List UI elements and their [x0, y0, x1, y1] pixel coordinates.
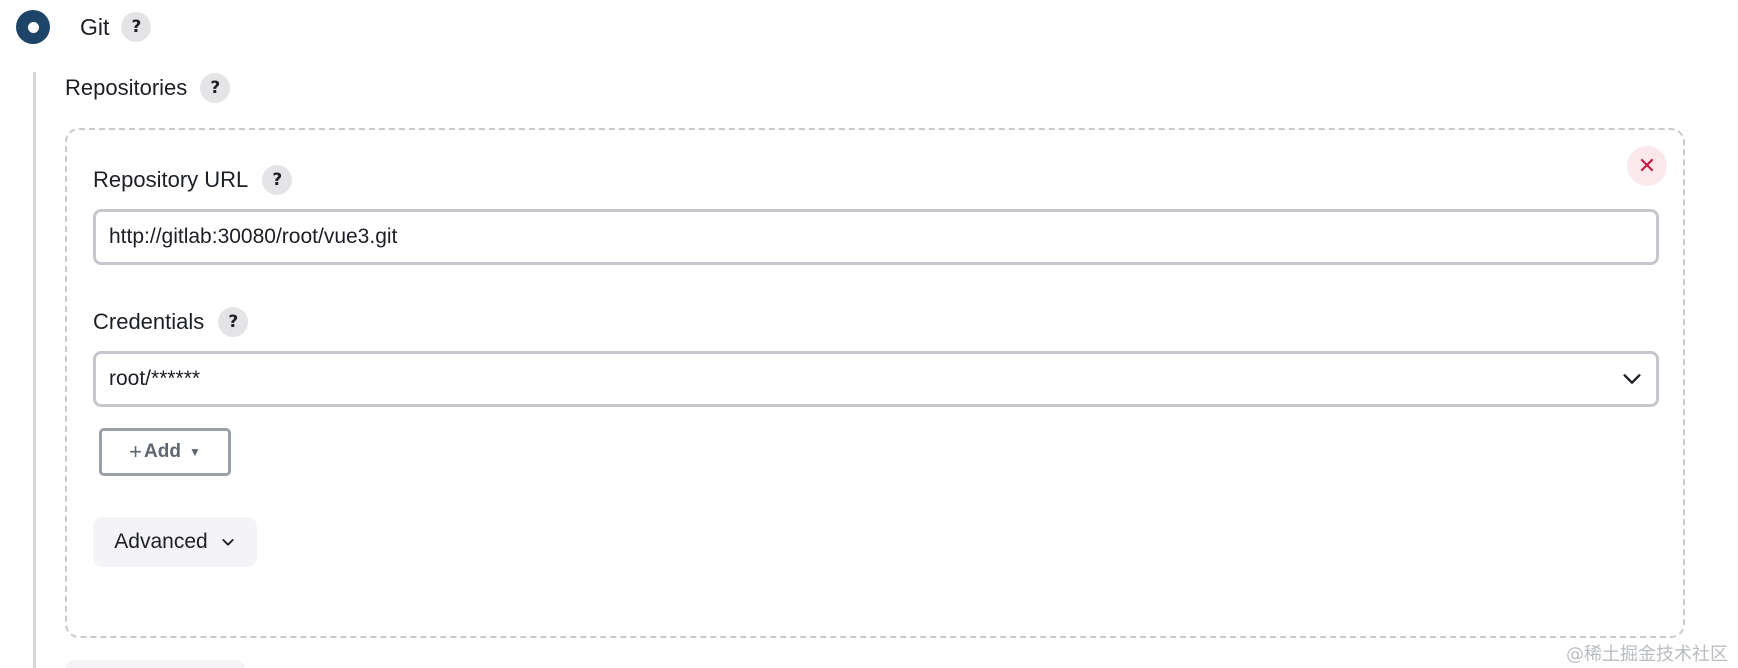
scm-option-git: Git ?: [16, 10, 152, 44]
next-section-button-partial[interactable]: [65, 660, 245, 668]
repository-url-input[interactable]: [93, 209, 1659, 265]
chevron-down-icon: [1623, 374, 1641, 384]
repositories-header: Repositories ?: [65, 73, 231, 103]
credentials-select[interactable]: root/******: [93, 351, 1659, 407]
plus-icon: +: [129, 439, 143, 464]
repositories-help-icon[interactable]: ?: [200, 73, 231, 103]
credentials-help-icon[interactable]: ?: [218, 307, 249, 337]
git-radio-button[interactable]: [16, 10, 50, 44]
radio-selected-dot: [27, 21, 39, 33]
advanced-button[interactable]: Advanced: [93, 517, 257, 567]
watermark: @稀土掘金技术社区: [1566, 644, 1728, 665]
repository-url-help-icon[interactable]: ?: [262, 165, 293, 195]
git-label: Git: [80, 13, 110, 40]
credentials-selected-value: root/******: [109, 367, 201, 390]
add-button-label: Add: [144, 441, 181, 462]
repository-url-label: Repository URL: [93, 167, 249, 192]
credentials-label: Credentials: [93, 309, 205, 334]
page: Git ? Repositories ? ✕ Repository URL ? …: [0, 0, 1738, 668]
repositories-label: Repositories: [65, 75, 188, 100]
delete-repository-button[interactable]: ✕: [1627, 146, 1667, 186]
repository-url-label-row: Repository URL ?: [93, 165, 293, 195]
section-guide-line: [33, 72, 36, 668]
git-help-icon[interactable]: ?: [121, 12, 152, 42]
credentials-label-row: Credentials ?: [93, 307, 249, 337]
close-icon: ✕: [1637, 153, 1657, 179]
chevron-down-icon: [222, 539, 234, 546]
repository-entry: ✕ Repository URL ? Credentials ? root/**…: [65, 128, 1685, 638]
advanced-button-label: Advanced: [114, 530, 208, 553]
caret-down-icon: ▼: [188, 445, 201, 459]
add-credentials-button[interactable]: + Add ▼: [99, 428, 231, 476]
